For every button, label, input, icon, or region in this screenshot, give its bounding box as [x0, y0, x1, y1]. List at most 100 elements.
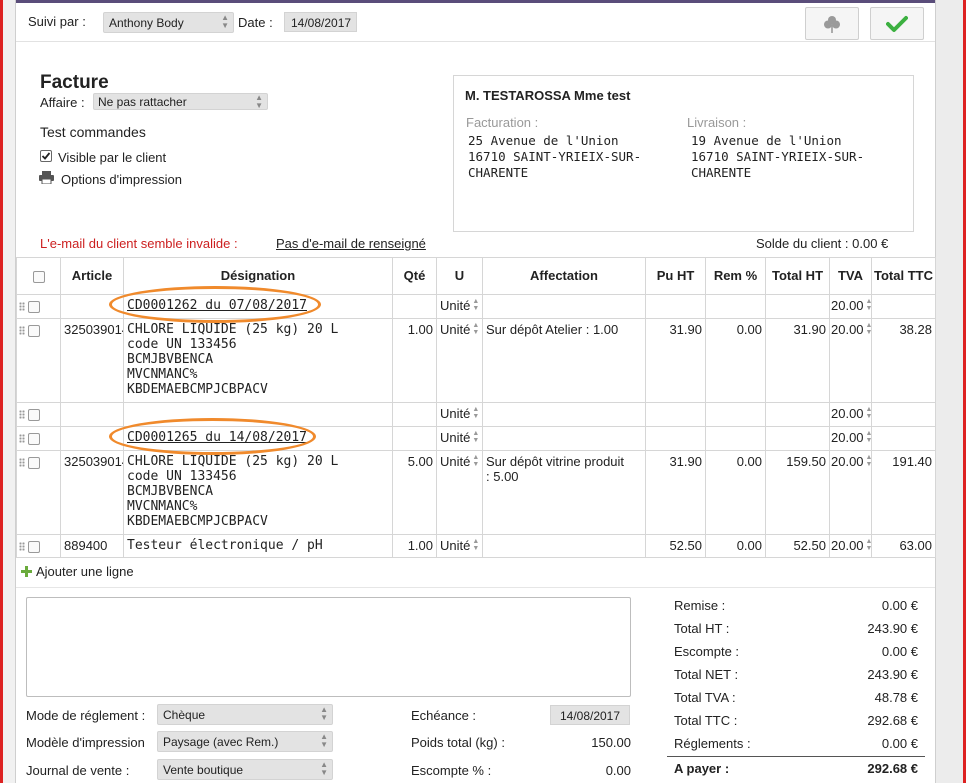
- qty-cell[interactable]: 1.00: [392, 318, 437, 403]
- tva-cell[interactable]: 20.00▲▼: [829, 318, 872, 403]
- drag-handle-icon[interactable]: [19, 434, 25, 444]
- col-pu-ht: Pu HT: [645, 257, 706, 295]
- affectation-line: Sur dépôt vitrine produit: [486, 454, 625, 469]
- facturation-address: 25 Avenue de l'Union 16710 SAINT-YRIEIX-…: [468, 133, 642, 180]
- affaire-select[interactable]: Ne pas rattacher ▲ ▼: [93, 93, 268, 110]
- notes-textarea[interactable]: [26, 597, 631, 697]
- tva-cell[interactable]: 20.00▲▼: [829, 450, 872, 535]
- drag-handle-icon[interactable]: [19, 458, 25, 468]
- payment-mode-value: Chèque: [163, 708, 206, 722]
- table-row[interactable]: 325039014 CHLORE LIQUIDE (25 kg) 20 Lcode…: [16, 450, 936, 535]
- date-field[interactable]: 14/08/2017: [284, 12, 357, 32]
- add-line-icon[interactable]: [21, 565, 32, 580]
- row-checkbox[interactable]: [28, 456, 40, 469]
- row-checkbox[interactable]: [28, 408, 40, 421]
- discount-cell[interactable]: 0.00: [705, 534, 766, 558]
- qty-cell[interactable]: [392, 426, 437, 451]
- article-cell[interactable]: 325039014: [60, 450, 124, 535]
- right-scroll-area[interactable]: [935, 0, 966, 783]
- row-checkbox[interactable]: [28, 432, 40, 445]
- tva-value: 20.00: [831, 322, 864, 337]
- spinner-icon[interactable]: ▲▼: [472, 298, 479, 312]
- discount-cell[interactable]: 0.00: [705, 450, 766, 535]
- affectation-cell[interactable]: Sur dépôt Atelier : 1.00: [482, 318, 646, 403]
- spinner-icon[interactable]: ▲▼: [866, 322, 871, 336]
- unit-cell[interactable]: Unité ▲ ▼: [436, 426, 483, 451]
- col-total-ttc: Total TTC: [871, 257, 936, 295]
- printer-icon[interactable]: [39, 171, 54, 187]
- spinner-icon[interactable]: ▲▼: [866, 430, 871, 444]
- add-line-link[interactable]: Ajouter une ligne: [36, 564, 134, 579]
- affectation-cell[interactable]: [482, 426, 646, 451]
- suivi-select[interactable]: Anthony Body ▲ ▼: [103, 12, 234, 33]
- article-cell[interactable]: 889400: [60, 534, 124, 558]
- article-cell[interactable]: [60, 402, 124, 427]
- qty-cell[interactable]: [392, 294, 437, 319]
- row-checkbox[interactable]: [28, 300, 40, 313]
- spinner-icon[interactable]: ▲▼: [472, 430, 479, 444]
- tva-cell[interactable]: 20.00▲▼: [829, 534, 872, 558]
- unit-cell[interactable]: Unité ▲ ▼: [436, 450, 483, 535]
- spinner-icon[interactable]: ▲▼: [472, 538, 479, 552]
- designation-cell[interactable]: CHLORE LIQUIDE (25 kg) 20 Lcode UN 13345…: [123, 450, 393, 535]
- unit-cell[interactable]: Unité ▲ ▼: [436, 294, 483, 319]
- spinner-icon[interactable]: ▲▼: [472, 322, 479, 336]
- drag-handle-icon[interactable]: [19, 302, 25, 312]
- spinner-icon[interactable]: ▲▼: [866, 298, 871, 312]
- clover-button[interactable]: [805, 7, 859, 40]
- article-cell[interactable]: 325039014: [60, 318, 124, 403]
- unit-price-cell[interactable]: 52.50: [645, 534, 706, 558]
- spinner-icon[interactable]: ▲▼: [472, 454, 479, 468]
- due-date-field[interactable]: 14/08/2017: [550, 705, 630, 725]
- select-all-checkbox[interactable]: [32, 270, 45, 283]
- discount-cell[interactable]: [705, 402, 766, 427]
- spinner-icon[interactable]: ▲▼: [866, 406, 871, 420]
- affectation-cell[interactable]: [482, 402, 646, 427]
- designation-cell[interactable]: CHLORE LIQUIDE (25 kg) 20 Lcode UN 13345…: [123, 318, 393, 403]
- unit-cell[interactable]: Unité ▲ ▼: [436, 534, 483, 558]
- tva-cell[interactable]: 20.00▲▼: [829, 402, 872, 427]
- unit-price-cell[interactable]: 31.90: [645, 450, 706, 535]
- unit-cell[interactable]: Unité ▲ ▼: [436, 402, 483, 427]
- validate-button[interactable]: [870, 7, 924, 40]
- total-ht-cell: [765, 402, 830, 427]
- discount-cell[interactable]: [705, 294, 766, 319]
- unit-price-cell[interactable]: [645, 294, 706, 319]
- spinner-icon[interactable]: ▲▼: [866, 454, 871, 468]
- table-row[interactable]: 889400 Testeur électronique / pH 1.00 Unité…: [16, 534, 936, 558]
- summary-value: 292.68 €: [867, 713, 918, 728]
- spinner-icon[interactable]: ▲▼: [866, 538, 871, 552]
- total-ttc-cell: [871, 426, 936, 451]
- discount-cell[interactable]: 0.00: [705, 318, 766, 403]
- sales-journal-select[interactable]: Vente boutique ▲ ▼: [157, 759, 333, 780]
- spinner-icon[interactable]: ▲▼: [472, 406, 479, 420]
- col-affectation: Affectation: [482, 257, 646, 295]
- visible-checkbox[interactable]: [40, 150, 52, 165]
- livraison-label: Livraison :: [687, 115, 747, 130]
- print-options-link[interactable]: Options d'impression: [61, 172, 182, 187]
- drag-handle-icon[interactable]: [19, 410, 25, 420]
- unit-price-cell[interactable]: 31.90: [645, 318, 706, 403]
- tva-cell[interactable]: 20.00▲▼: [829, 294, 872, 319]
- select-all-header[interactable]: [16, 257, 61, 295]
- print-model-select[interactable]: Paysage (avec Rem.) ▲ ▼: [157, 731, 333, 752]
- discount-cell[interactable]: [705, 426, 766, 451]
- affectation-cell[interactable]: [482, 294, 646, 319]
- designation-cell[interactable]: Testeur électronique / pH: [123, 534, 393, 558]
- tva-cell[interactable]: 20.00▲▼: [829, 426, 872, 451]
- affectation-cell[interactable]: [482, 534, 646, 558]
- qty-cell[interactable]: 1.00: [392, 534, 437, 558]
- affectation-cell[interactable]: Sur dépôt vitrine produit: 5.00: [482, 450, 646, 535]
- drag-handle-icon[interactable]: [19, 326, 25, 336]
- row-checkbox[interactable]: [28, 540, 40, 553]
- email-missing-link[interactable]: Pas d'e-mail de renseigné: [276, 236, 426, 251]
- unit-price-cell[interactable]: [645, 426, 706, 451]
- table-row[interactable]: 325039014 CHLORE LIQUIDE (25 kg) 20 Lcode…: [16, 318, 936, 403]
- drag-handle-icon[interactable]: [19, 542, 25, 552]
- payment-mode-select[interactable]: Chèque ▲ ▼: [157, 704, 333, 725]
- row-checkbox[interactable]: [28, 324, 40, 337]
- qty-cell[interactable]: [392, 402, 437, 427]
- unit-price-cell[interactable]: [645, 402, 706, 427]
- qty-cell[interactable]: 5.00: [392, 450, 437, 535]
- unit-cell[interactable]: Unité ▲ ▼: [436, 318, 483, 403]
